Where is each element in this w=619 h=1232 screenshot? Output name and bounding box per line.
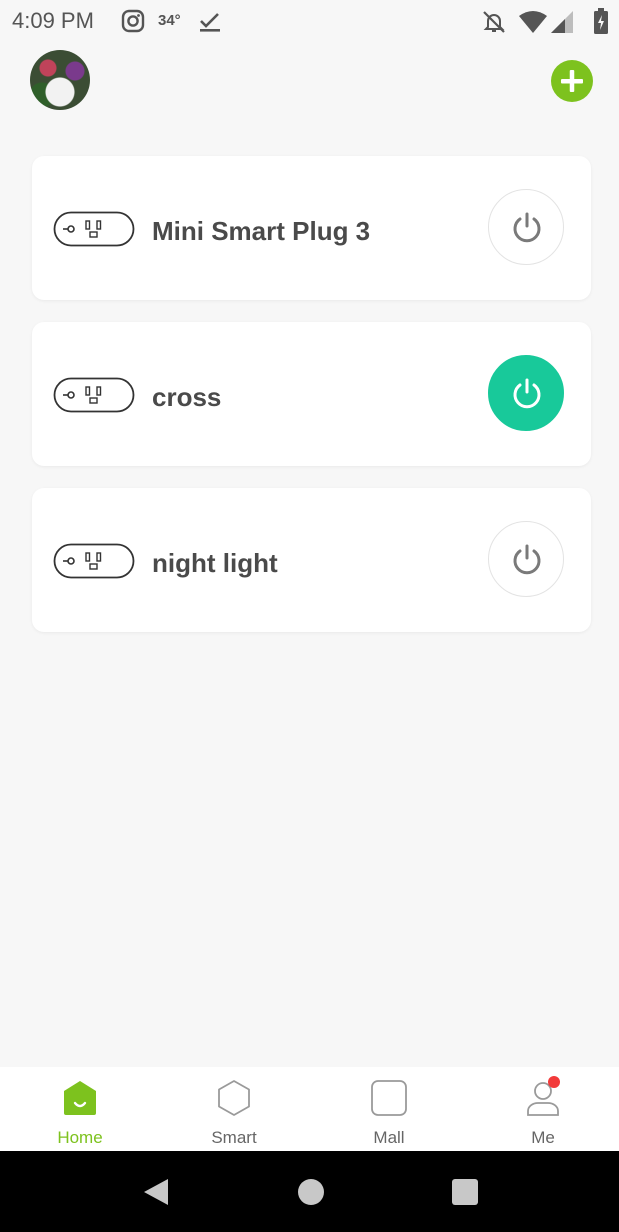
checkmark-icon bbox=[200, 13, 220, 32]
power-icon bbox=[513, 212, 541, 243]
tab-label: Me bbox=[531, 1128, 555, 1147]
tab-smart[interactable]: Smart bbox=[184, 1067, 284, 1151]
add-device-button[interactable] bbox=[551, 60, 593, 102]
back-icon[interactable] bbox=[142, 1177, 170, 1207]
device-name: night light bbox=[152, 548, 278, 578]
tab-label: Mall bbox=[373, 1128, 405, 1147]
device-name: Mini Smart Plug 3 bbox=[152, 216, 371, 246]
plug-icon bbox=[53, 211, 135, 247]
plug-icon bbox=[53, 543, 135, 579]
system-nav-bar bbox=[0, 1151, 619, 1232]
status-bar: 4:09 PM 34° bbox=[0, 0, 619, 44]
notification-badge bbox=[548, 1076, 560, 1088]
recents-icon[interactable] bbox=[452, 1179, 478, 1205]
power-icon bbox=[513, 378, 541, 409]
status-time: 4:09 PM bbox=[12, 8, 94, 33]
tab-label: Home bbox=[57, 1128, 103, 1147]
instagram-icon bbox=[121, 9, 145, 33]
device-card[interactable]: night light bbox=[32, 488, 591, 632]
device-card[interactable]: cross bbox=[32, 322, 591, 466]
bag-icon bbox=[371, 1080, 407, 1116]
tab-home[interactable]: Home bbox=[30, 1067, 130, 1151]
tab-label: Smart bbox=[211, 1128, 257, 1147]
tab-mall[interactable]: Mall bbox=[339, 1067, 439, 1151]
bottom-nav: Home Smart Mall Me bbox=[0, 1067, 619, 1151]
plus-icon bbox=[561, 70, 583, 92]
tab-me[interactable]: Me bbox=[493, 1067, 593, 1151]
profile-avatar[interactable] bbox=[30, 50, 90, 110]
device-list: Mini Smart Plug 3 cross night light bbox=[32, 156, 591, 654]
power-toggle-button[interactable] bbox=[488, 355, 564, 431]
temperature-text: 34° bbox=[158, 12, 181, 29]
home-circle-icon[interactable] bbox=[298, 1179, 324, 1205]
device-name: cross bbox=[152, 382, 222, 412]
plug-icon bbox=[53, 377, 135, 413]
home-icon bbox=[64, 1081, 96, 1115]
power-toggle-button[interactable] bbox=[488, 189, 564, 265]
power-icon bbox=[513, 544, 541, 575]
power-toggle-button[interactable] bbox=[488, 521, 564, 597]
signal-icon bbox=[551, 11, 573, 33]
battery-icon bbox=[594, 8, 608, 34]
hexagon-icon bbox=[218, 1080, 250, 1116]
wifi-icon bbox=[519, 11, 547, 33]
device-card[interactable]: Mini Smart Plug 3 bbox=[32, 156, 591, 300]
bell-off-icon bbox=[483, 11, 505, 33]
